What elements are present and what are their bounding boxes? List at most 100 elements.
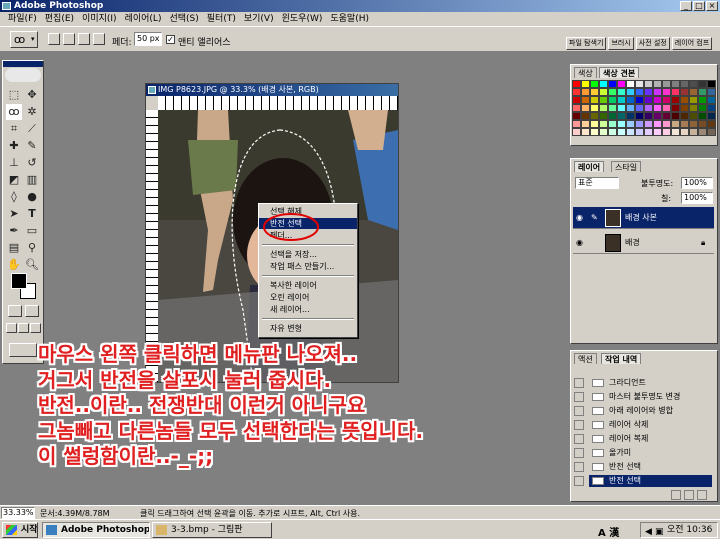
menu-item-save-selection[interactable]: 선택을 저장... [259, 249, 357, 260]
adobe-online-icon[interactable] [5, 68, 41, 82]
color-swatch[interactable] [662, 112, 671, 120]
color-swatch[interactable] [581, 112, 590, 120]
subtract-selection-icon[interactable] [78, 33, 90, 45]
color-swatch[interactable] [572, 96, 581, 104]
slice-tool-icon[interactable]: ⟋ [24, 121, 40, 137]
color-swatch[interactable] [671, 128, 680, 136]
color-swatch[interactable] [590, 112, 599, 120]
color-swatch[interactable] [671, 88, 680, 96]
maximize-button[interactable]: □ [693, 1, 705, 11]
color-swatch[interactable] [635, 104, 644, 112]
color-swatch[interactable] [599, 80, 608, 88]
blur-tool-icon[interactable]: ◊ [6, 189, 22, 205]
color-swatch[interactable] [572, 120, 581, 128]
history-item-selected[interactable]: 반전 선택 [589, 475, 712, 487]
screen-mode-full-icon[interactable] [30, 323, 41, 333]
color-swatch[interactable] [680, 104, 689, 112]
color-swatch[interactable] [572, 80, 581, 88]
color-swatch[interactable] [599, 112, 608, 120]
menu-select[interactable]: 선택(S) [165, 12, 202, 26]
menu-image[interactable]: 이미지(I) [78, 12, 121, 26]
opacity-input[interactable]: 100% [681, 177, 713, 189]
notes-tool-icon[interactable]: ▤ [6, 240, 22, 256]
color-swatch[interactable] [590, 120, 599, 128]
color-swatch[interactable] [644, 104, 653, 112]
color-swatch[interactable] [590, 96, 599, 104]
history-brush-icon[interactable]: ↺ [24, 155, 40, 171]
ime-indicator[interactable]: A 漢 [598, 524, 619, 539]
color-swatch[interactable] [662, 96, 671, 104]
color-swatch[interactable] [644, 120, 653, 128]
marquee-tool-icon[interactable]: ⬚ [6, 87, 22, 103]
color-swatch[interactable] [644, 80, 653, 88]
menu-window[interactable]: 윈도우(W) [278, 12, 327, 26]
crop-tool-icon[interactable]: ⌗ [6, 121, 22, 137]
hand-tool-icon[interactable]: ✋ [6, 257, 22, 273]
color-swatch[interactable] [599, 104, 608, 112]
color-swatch[interactable] [617, 128, 626, 136]
color-swatch[interactable] [608, 128, 617, 136]
color-swatch[interactable] [653, 80, 662, 88]
color-swatch[interactable] [635, 120, 644, 128]
color-swatch[interactable] [617, 80, 626, 88]
color-swatch[interactable] [680, 80, 689, 88]
color-swatch[interactable] [707, 96, 716, 104]
move-tool-icon[interactable]: ✥ [24, 87, 40, 103]
color-swatch[interactable] [590, 128, 599, 136]
color-swatch[interactable] [599, 120, 608, 128]
color-swatch[interactable] [626, 128, 635, 136]
eye-icon[interactable]: ◉ [576, 232, 583, 254]
gradient-tool-icon[interactable]: ▥ [24, 172, 40, 188]
color-swatch[interactable] [626, 120, 635, 128]
color-swatch[interactable] [680, 128, 689, 136]
color-swatch[interactable] [635, 112, 644, 120]
color-swatch[interactable] [653, 96, 662, 104]
jump-to-imageready-icon[interactable] [9, 343, 37, 357]
color-swatch[interactable] [581, 120, 590, 128]
color-swatch[interactable] [698, 88, 707, 96]
color-swatch[interactable] [698, 104, 707, 112]
path-select-icon[interactable]: ➤ [6, 206, 22, 222]
color-swatch[interactable] [698, 96, 707, 104]
color-swatch[interactable] [689, 112, 698, 120]
color-swatch[interactable] [671, 120, 680, 128]
color-swatch[interactable] [626, 112, 635, 120]
color-swatch[interactable] [572, 104, 581, 112]
healing-brush-icon[interactable]: ✚ [6, 138, 22, 154]
color-swatch[interactable] [680, 96, 689, 104]
task-photoshop[interactable]: Adobe Photoshop [42, 522, 150, 538]
intersect-selection-icon[interactable] [93, 33, 105, 45]
menu-item-make-work-path[interactable]: 작업 패스 만들기... [259, 261, 357, 272]
fill-input[interactable]: 100% [681, 192, 713, 204]
tab-history[interactable]: 작업 내역 [601, 353, 642, 364]
magic-wand-icon[interactable]: ✲ [24, 104, 40, 120]
color-swatch[interactable] [662, 80, 671, 88]
color-swatch[interactable] [644, 96, 653, 104]
color-swatch[interactable] [626, 104, 635, 112]
standard-mode-icon[interactable] [8, 305, 22, 317]
dodge-tool-icon[interactable]: ● [24, 189, 40, 205]
color-swatch[interactable] [689, 96, 698, 104]
color-swatch[interactable] [599, 88, 608, 96]
color-swatch[interactable] [581, 88, 590, 96]
snapshot-icon[interactable] [684, 490, 694, 500]
color-swatch[interactable] [707, 112, 716, 120]
eyedropper-icon[interactable]: ⚲ [24, 240, 40, 256]
color-swatch[interactable] [653, 128, 662, 136]
palette-well-tab[interactable]: 브러시 [608, 37, 634, 50]
color-swatch[interactable] [626, 80, 635, 88]
color-swatch[interactable] [644, 112, 653, 120]
color-swatch[interactable] [581, 104, 590, 112]
tool-preset-picker[interactable]: ꝏ ▾ [10, 31, 38, 48]
color-swatch[interactable] [590, 104, 599, 112]
color-swatch[interactable] [608, 120, 617, 128]
minimize-button[interactable]: _ [680, 1, 692, 11]
color-swatch[interactable] [608, 112, 617, 120]
color-swatch[interactable] [608, 80, 617, 88]
eraser-tool-icon[interactable]: ◩ [6, 172, 22, 188]
blend-mode-select[interactable]: 표준 [575, 177, 619, 189]
color-swatch[interactable] [662, 104, 671, 112]
color-swatch[interactable] [635, 128, 644, 136]
color-swatch[interactable] [626, 88, 635, 96]
screen-mode-full-menu-icon[interactable] [18, 323, 29, 333]
